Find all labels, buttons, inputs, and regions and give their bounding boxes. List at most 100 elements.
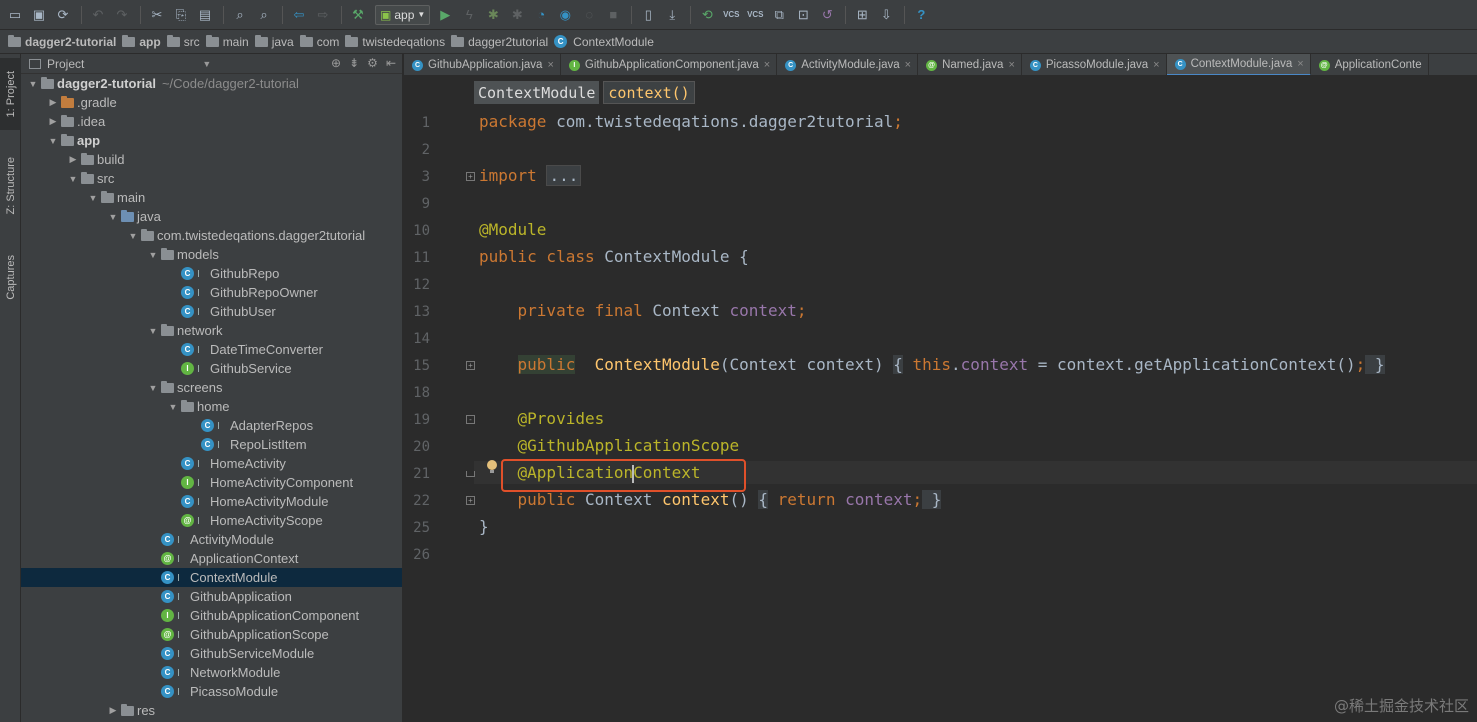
collapsed-arrow-icon[interactable]: ▶	[45, 97, 61, 108]
tree-item[interactable]: ▼ screens	[21, 378, 402, 397]
close-tab-icon[interactable]: ×	[905, 59, 911, 71]
editor-tab[interactable]: @ ApplicationConte	[1311, 54, 1429, 75]
fold-toggle-icon[interactable]: +	[466, 361, 475, 370]
tree-item[interactable]: ▶ res	[21, 701, 402, 720]
code-line[interactable]: public ContextModule(Context context) { …	[479, 353, 1385, 376]
tree-item[interactable]: C GithubApplication	[21, 587, 402, 606]
project-tool-tab[interactable]: 1: Project	[0, 58, 21, 130]
vcs-push-icon[interactable]: VCS	[744, 4, 766, 26]
tree-item[interactable]: C HomeActivityModule	[21, 492, 402, 511]
breadcrumb-item[interactable]: dagger2tutorial	[451, 34, 548, 49]
expanded-arrow-icon[interactable]: ▼	[45, 136, 61, 146]
code-line[interactable]: @Provides	[479, 407, 605, 430]
tree-item[interactable]: C PicassoModule	[21, 682, 402, 701]
code-line[interactable]: @GithubApplicationScope	[479, 434, 740, 457]
project-structure-icon[interactable]: ⊞	[851, 4, 873, 26]
collapse-all-icon[interactable]: ⇟	[349, 56, 359, 70]
help-icon[interactable]: ?	[910, 4, 932, 26]
breadcrumb-item[interactable]: C ContextModule	[554, 35, 654, 49]
expanded-arrow-icon[interactable]: ▼	[65, 174, 81, 184]
editor-tab[interactable]: C GithubApplication.java ×	[404, 54, 561, 75]
vcs-commit-icon[interactable]: VCS	[720, 4, 742, 26]
collapsed-arrow-icon[interactable]: ▶	[45, 116, 61, 127]
expanded-arrow-icon[interactable]: ▼	[165, 402, 181, 412]
fold-toggle-icon[interactable]: +	[466, 172, 475, 181]
chevron-down-icon[interactable]: ▼	[202, 59, 211, 69]
open-folder-icon[interactable]: ▭	[4, 4, 26, 26]
vcs-history-icon[interactable]: ⊡	[792, 4, 814, 26]
hide-panel-icon[interactable]: ⇤	[386, 56, 396, 70]
cut-icon[interactable]: ✂	[146, 4, 168, 26]
sync-icon[interactable]: ⟳	[52, 4, 74, 26]
android-monitor-icon[interactable]: ◌	[578, 4, 600, 26]
tree-item[interactable]: I GithubService	[21, 359, 402, 378]
expanded-arrow-icon[interactable]: ▼	[25, 79, 41, 89]
scroll-from-source-icon[interactable]: ⊕	[331, 56, 341, 70]
breadcrumb-item[interactable]: dagger2-tutorial	[8, 34, 116, 49]
editor-tab[interactable]: C ActivityModule.java ×	[777, 54, 919, 75]
tree-item[interactable]: ▼ home	[21, 397, 402, 416]
tree-item[interactable]: ▼ dagger2-tutorial ~/Code/dagger2-tutorial	[21, 74, 402, 93]
nav-method-chip[interactable]: context()	[603, 81, 695, 104]
breadcrumb-item[interactable]: app	[122, 34, 161, 49]
find-icon[interactable]: ⌕	[229, 4, 251, 26]
code-line[interactable]: }	[479, 515, 489, 538]
expanded-arrow-icon[interactable]: ▼	[145, 383, 161, 393]
revert-icon[interactable]: ↺	[816, 4, 838, 26]
tree-item[interactable]: ▼ src	[21, 169, 402, 188]
expanded-arrow-icon[interactable]: ▼	[145, 250, 161, 260]
back-icon[interactable]: ⇦	[288, 4, 310, 26]
sdk-manager-icon[interactable]: ⤓	[661, 4, 683, 26]
tree-item[interactable]: ▶ .idea	[21, 112, 402, 131]
expanded-arrow-icon[interactable]: ▼	[145, 326, 161, 336]
vcs-compare-icon[interactable]: ⧉	[768, 4, 790, 26]
close-tab-icon[interactable]: ×	[764, 59, 770, 71]
code-line[interactable]: import ...	[479, 164, 582, 187]
paste-icon[interactable]: ▤	[194, 4, 216, 26]
tree-item[interactable]: ▶ .gradle	[21, 93, 402, 112]
close-tab-icon[interactable]: ×	[1008, 59, 1014, 71]
tree-item[interactable]: ▼ app	[21, 131, 402, 150]
vcs-update-icon[interactable]: ⟲	[696, 4, 718, 26]
editor-tab[interactable]: C PicassoModule.java ×	[1022, 54, 1167, 75]
replace-icon[interactable]: ⌕	[253, 4, 275, 26]
tree-item[interactable]: ▼ main	[21, 188, 402, 207]
build-hammer-icon[interactable]: ⚒	[347, 4, 369, 26]
copy-icon[interactable]: ⎘	[170, 4, 192, 26]
tree-item[interactable]: C DateTimeConverter	[21, 340, 402, 359]
expanded-arrow-icon[interactable]: ▼	[85, 193, 101, 203]
run-icon[interactable]: ▶	[434, 4, 456, 26]
undo-icon[interactable]: ↶	[87, 4, 109, 26]
breadcrumb-item[interactable]: com	[299, 34, 339, 49]
structure-tool-tab[interactable]: Z: Structure	[0, 146, 21, 226]
settings-gear-icon[interactable]: ⚙	[367, 56, 378, 70]
tree-item[interactable]: @ HomeActivityScope	[21, 511, 402, 530]
device-manager-icon[interactable]: ▯	[637, 4, 659, 26]
tree-item[interactable]: C HomeActivity	[21, 454, 402, 473]
sdk-download-icon[interactable]: ⇩	[875, 4, 897, 26]
expanded-arrow-icon[interactable]: ▼	[125, 231, 141, 241]
tree-item[interactable]: C GithubUser	[21, 302, 402, 321]
tree-item[interactable]: ▼ java	[21, 207, 402, 226]
profile-icon[interactable]: ◔	[530, 4, 552, 26]
editor-tab[interactable]: I GithubApplicationComponent.java ×	[561, 54, 778, 75]
tree-item[interactable]: ▼ models	[21, 245, 402, 264]
code-line[interactable]: private final Context context;	[479, 299, 807, 322]
close-tab-icon[interactable]: ×	[1297, 58, 1303, 70]
captures-tool-tab[interactable]: Captures	[0, 242, 21, 312]
stop-icon[interactable]: ■	[602, 4, 624, 26]
collapsed-arrow-icon[interactable]: ▶	[105, 705, 121, 716]
editor-tab[interactable]: @ Named.java ×	[918, 54, 1022, 75]
close-tab-icon[interactable]: ×	[1153, 59, 1159, 71]
save-all-icon[interactable]: ▣	[28, 4, 50, 26]
tree-item[interactable]: I GithubApplicationComponent	[21, 606, 402, 625]
collapsed-arrow-icon[interactable]: ▶	[65, 154, 81, 165]
tree-item[interactable]: C ContextModule	[21, 568, 402, 587]
tree-item[interactable]: C NetworkModule	[21, 663, 402, 682]
tree-item[interactable]: @ ApplicationContext	[21, 549, 402, 568]
tree-item[interactable]: C RepoListItem	[21, 435, 402, 454]
tree-item[interactable]: ▶ build	[21, 150, 402, 169]
run-config-dropdown[interactable]: ▣ app ▼	[375, 4, 431, 25]
tree-item[interactable]: @ GithubApplicationScope	[21, 625, 402, 644]
fold-toggle-icon[interactable]: -	[466, 415, 475, 424]
